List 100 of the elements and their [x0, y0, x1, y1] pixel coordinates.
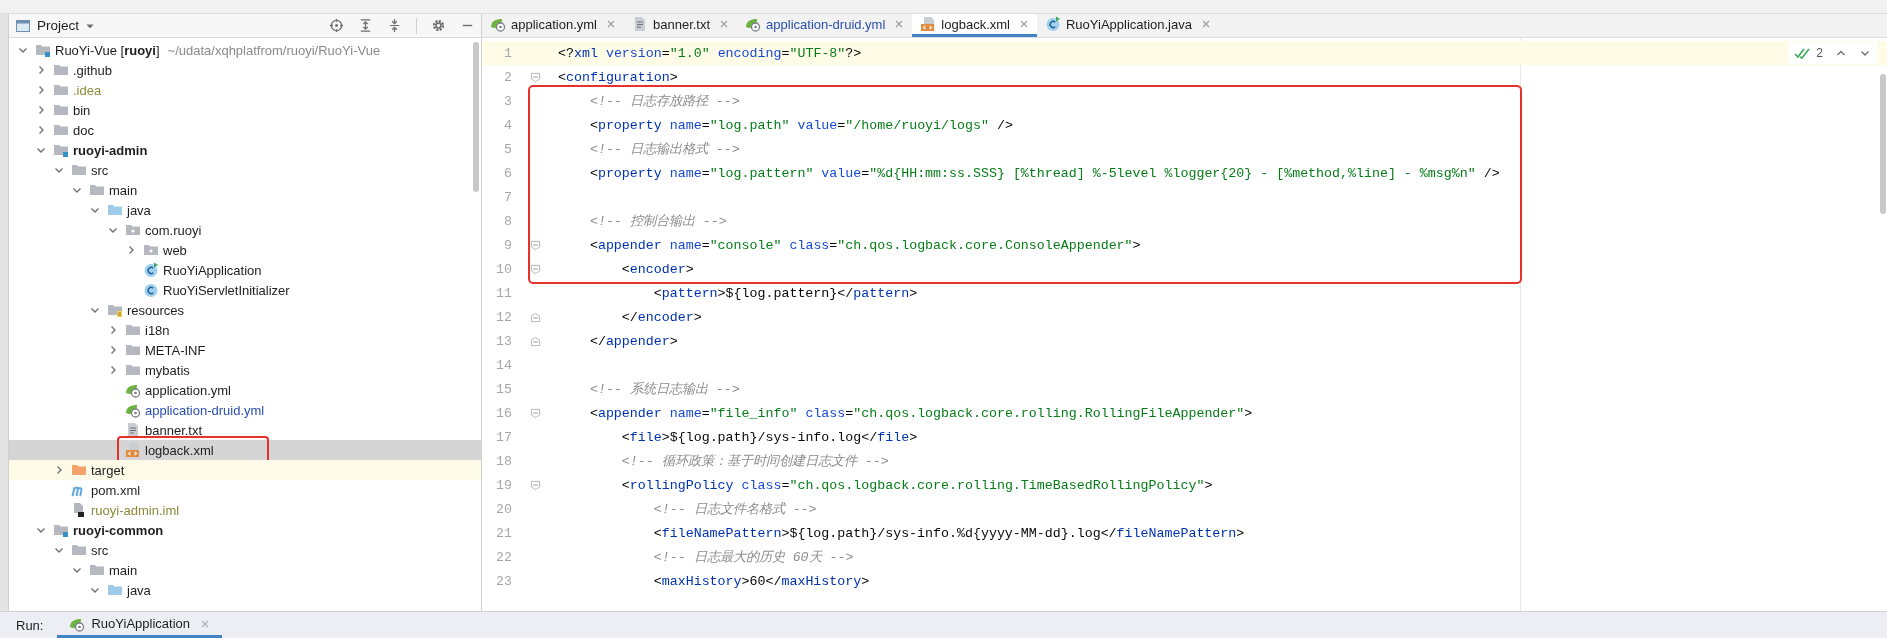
expand-all-icon[interactable]	[358, 18, 373, 33]
folder-icon	[125, 322, 141, 338]
folder-icon	[125, 362, 141, 378]
fold-icon[interactable]	[529, 263, 541, 275]
settings-icon[interactable]	[431, 18, 446, 33]
module-folder-icon	[53, 522, 69, 538]
leaf-gear-icon	[125, 402, 141, 418]
line-number: 14	[495, 357, 512, 373]
folder-icon	[53, 102, 69, 118]
folder-icon	[53, 82, 69, 98]
run-tab[interactable]: RuoYiApplication	[57, 612, 222, 638]
line-number: 18	[495, 453, 512, 469]
line-number: 5	[503, 141, 512, 157]
close-icon[interactable]	[1019, 19, 1029, 29]
tree-item[interactable]: doc	[9, 120, 481, 140]
code-line: <!-- 控制台输出 -->	[588, 213, 727, 230]
leaf-gear-icon	[745, 16, 762, 32]
code-line: <file>${log.path}/sys-info.log</file>	[620, 429, 918, 445]
module-folder-icon	[35, 42, 51, 58]
folder-icon	[89, 182, 105, 198]
tree-item[interactable]: bin	[9, 100, 481, 120]
tree-item[interactable]: ruoyi-common	[9, 520, 481, 540]
tree-item[interactable]: src	[9, 160, 481, 180]
tree-item[interactable]: web	[9, 240, 481, 260]
tree-item[interactable]: java	[9, 580, 481, 600]
code-line: <maxHistory>60</maxHistory>	[652, 573, 870, 589]
tree-item[interactable]: pom.xml	[9, 480, 481, 500]
line-number: 1	[503, 45, 512, 61]
editor-tab[interactable]: application.yml	[482, 14, 624, 37]
line-number: 11	[495, 285, 512, 301]
folder-icon	[89, 562, 105, 578]
scrollbar[interactable]	[473, 42, 479, 192]
folder-icon	[107, 582, 123, 598]
panel-title[interactable]: Project	[37, 18, 80, 33]
folder-icon	[125, 342, 141, 358]
code-line: <!-- 日志文件名格式 -->	[652, 501, 817, 518]
inspection-count[interactable]: 2	[1816, 46, 1823, 60]
tree-item[interactable]: RuoYiServletInitializer	[9, 280, 481, 300]
folder-icon	[53, 62, 69, 78]
scrollbar[interactable]	[1880, 74, 1886, 214]
run-label: Run:	[15, 616, 45, 635]
editor-tab[interactable]: RuoYiApplication.java	[1037, 14, 1219, 37]
code-line: <pattern>${log.pattern}</pattern>	[652, 285, 918, 301]
tree-item[interactable]: src	[9, 540, 481, 560]
code-line: <!-- 循环政策：基于时间创建日志文件 -->	[620, 453, 889, 470]
folder-icon	[71, 462, 87, 478]
tree-item[interactable]: resources	[9, 300, 481, 320]
code-line: <!-- 系统日志输出 -->	[588, 381, 740, 398]
editor-tab[interactable]: application-druid.yml	[737, 14, 913, 37]
line-number: 3	[503, 93, 512, 109]
text-file-icon	[125, 422, 141, 438]
code-line: <!-- 日志最大的历史 60天 -->	[652, 549, 854, 566]
line-number: 20	[495, 501, 512, 517]
crosshair-icon[interactable]	[329, 18, 344, 33]
tree-item[interactable]: .idea	[9, 80, 481, 100]
line-number: 22	[495, 549, 512, 565]
tree-item[interactable]: application.yml	[9, 380, 481, 400]
code-line: <!-- 日志存放路径 -->	[588, 93, 740, 110]
tree-item[interactable]: ruoyi-admin	[9, 140, 481, 160]
editor-tab[interactable]: logback.xml	[912, 14, 1037, 37]
editor-tab[interactable]: banner.txt	[624, 14, 738, 37]
folder-icon	[53, 122, 69, 138]
code-line: <appender name="file_info" class="ch.qos.logback.core.rolling.RollingFileAppender">	[588, 405, 1253, 421]
class-icon	[143, 282, 159, 298]
folder-icon	[71, 162, 87, 178]
xml-file-icon	[920, 16, 937, 32]
line-number: 16	[495, 405, 512, 421]
line-number: 7	[503, 189, 512, 205]
fold-icon[interactable]	[529, 239, 541, 251]
line-number: 19	[495, 477, 512, 493]
tree-item[interactable]: target	[9, 460, 481, 480]
project-path: ~/udata/xqhplatfrom/ruoyi/RuoYi-Vue	[167, 42, 381, 58]
code-line: <fileNamePattern>${log.path}/sys-info.%d{yyyy-MM-dd}.log</fileNamePattern>	[652, 525, 1245, 541]
code-line: <rollingPolicy class="ch.qos.logback.core.rolling.TimeBasedRollingPolicy">	[620, 477, 1213, 493]
tree-item[interactable]: application-druid.yml	[9, 400, 481, 420]
package-icon	[125, 222, 141, 238]
tree-item[interactable]: i18n	[9, 320, 481, 340]
tree-item[interactable]: ruoyi-admin.iml	[9, 500, 481, 520]
leaf-gear-icon	[125, 382, 141, 398]
tree-item[interactable]: main	[9, 560, 481, 580]
panel-icon	[15, 17, 31, 34]
folder-icon	[107, 202, 123, 218]
tree-item[interactable]: main	[9, 180, 481, 200]
class-icon	[143, 262, 159, 278]
tree-item[interactable]: com.ruoyi	[9, 220, 481, 240]
tree-item[interactable]: banner.txt	[9, 420, 481, 440]
tree-item[interactable]: META-INF	[9, 340, 481, 360]
tree-item[interactable]: .github	[9, 60, 481, 80]
folder-icon	[71, 542, 87, 558]
package-icon	[143, 242, 159, 258]
tree-item[interactable]: mybatis	[9, 360, 481, 380]
line-number: 9	[503, 237, 512, 253]
class-icon	[1045, 16, 1061, 32]
tree-item[interactable]: java	[9, 200, 481, 220]
code-line: <appender name="console" class="ch.qos.logback.core.ConsoleAppender">	[588, 237, 1141, 253]
code-line: <configuration>	[558, 69, 678, 85]
tree-item[interactable]: RuoYi-Vue [ruoyi] ~/udata/xqhplatfrom/ruoyi/RuoYi-Vue	[9, 40, 481, 60]
tree-item[interactable]: RuoYiApplication	[9, 260, 481, 280]
module-file-icon	[71, 502, 87, 518]
collapse-all-icon[interactable]	[387, 18, 402, 33]
